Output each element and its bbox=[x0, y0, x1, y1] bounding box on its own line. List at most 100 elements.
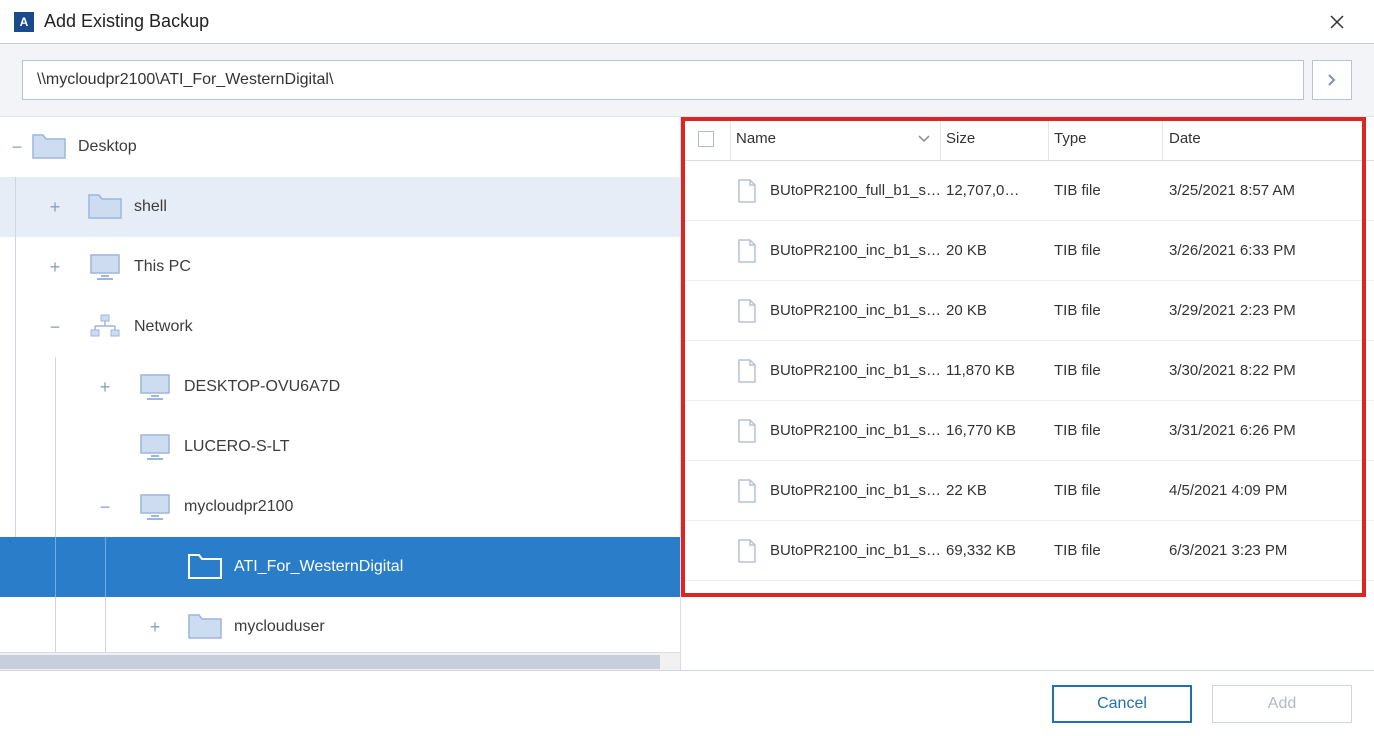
column-label: Type bbox=[1054, 130, 1087, 147]
file-row[interactable]: BUtoPR2100_full_b1_s… 12,707,0… TIB file… bbox=[681, 161, 1374, 221]
file-date: 3/29/2021 2:23 PM bbox=[1169, 302, 1296, 319]
expander-plus-icon[interactable]: + bbox=[30, 200, 80, 214]
expander-minus-icon[interactable]: − bbox=[80, 500, 130, 514]
file-row[interactable]: BUtoPR2100_inc_b1_s… 20 KB TIB file 3/29… bbox=[681, 281, 1374, 341]
column-header-size[interactable]: Size bbox=[941, 117, 1049, 160]
expander-minus-icon[interactable]: − bbox=[10, 140, 24, 154]
column-header-name[interactable]: Name bbox=[731, 117, 941, 160]
scrollbar-thumb[interactable] bbox=[0, 655, 660, 669]
file-icon bbox=[736, 178, 758, 204]
expander-minus-icon[interactable]: − bbox=[30, 320, 80, 334]
file-icon bbox=[736, 538, 758, 564]
expander-plus-icon[interactable]: + bbox=[130, 620, 180, 634]
file-icon bbox=[736, 298, 758, 324]
file-list-pane: Name Size Type Date BUtoPR2100_full_b1_s… bbox=[680, 117, 1374, 670]
window-title: Add Existing Backup bbox=[44, 11, 209, 32]
app-icon: A bbox=[14, 12, 34, 32]
tree-node-computer[interactable]: + DESKTOP-OVU6A7D bbox=[0, 357, 680, 417]
monitor-icon bbox=[138, 433, 172, 461]
tree-node-ati-folder[interactable]: ATI_For_WesternDigital bbox=[0, 537, 680, 597]
file-icon bbox=[736, 358, 758, 384]
column-header-type[interactable]: Type bbox=[1049, 117, 1163, 160]
column-label: Name bbox=[736, 130, 776, 147]
tree-node-computer[interactable]: − mycloudpr2100 bbox=[0, 477, 680, 537]
chevron-down-icon bbox=[918, 130, 930, 147]
monitor-icon bbox=[138, 493, 172, 521]
file-name: BUtoPR2100_inc_b1_s… bbox=[770, 242, 941, 259]
folder-icon bbox=[32, 133, 66, 161]
file-date: 3/30/2021 8:22 PM bbox=[1169, 362, 1296, 379]
file-name: BUtoPR2100_full_b1_s… bbox=[770, 182, 941, 199]
file-type: TIB file bbox=[1054, 242, 1101, 259]
folder-icon bbox=[188, 613, 222, 641]
file-list-body: BUtoPR2100_full_b1_s… 12,707,0… TIB file… bbox=[681, 161, 1374, 581]
file-size: 20 KB bbox=[946, 242, 987, 259]
file-type: TIB file bbox=[1054, 362, 1101, 379]
file-date: 3/26/2021 6:33 PM bbox=[1169, 242, 1296, 259]
title-bar: A Add Existing Backup bbox=[0, 0, 1374, 44]
path-go-button[interactable] bbox=[1312, 60, 1352, 100]
tree-node-thispc[interactable]: + This PC bbox=[0, 237, 680, 297]
file-name: BUtoPR2100_inc_b1_s… bbox=[770, 302, 941, 319]
folder-icon bbox=[88, 193, 122, 221]
file-size: 22 KB bbox=[946, 482, 987, 499]
add-button[interactable]: Add bbox=[1212, 685, 1352, 723]
file-size: 69,332 KB bbox=[946, 542, 1016, 559]
main-content: − Desktop + shell bbox=[0, 116, 1374, 670]
dialog-button-bar: Cancel Add bbox=[0, 670, 1374, 736]
horizontal-scrollbar[interactable] bbox=[0, 652, 680, 670]
file-row[interactable]: BUtoPR2100_inc_b1_s… 69,332 KB TIB file … bbox=[681, 521, 1374, 581]
file-icon bbox=[736, 478, 758, 504]
file-size: 20 KB bbox=[946, 302, 987, 319]
tree-label: This PC bbox=[134, 258, 191, 276]
tree-node-computer[interactable]: LUCERO-S-LT bbox=[0, 417, 680, 477]
column-label: Size bbox=[946, 130, 975, 147]
folder-icon bbox=[188, 553, 222, 581]
expander-plus-icon[interactable]: + bbox=[30, 260, 80, 274]
tree-label: mycloudpr2100 bbox=[184, 498, 293, 516]
file-row[interactable]: BUtoPR2100_inc_b1_s… 11,870 KB TIB file … bbox=[681, 341, 1374, 401]
dialog-window: A Add Existing Backup − Desktop bbox=[0, 0, 1374, 736]
file-size: 11,870 KB bbox=[946, 362, 1015, 379]
file-date: 3/25/2021 8:57 AM bbox=[1169, 182, 1295, 199]
file-name: BUtoPR2100_inc_b1_s… bbox=[770, 542, 941, 559]
close-button[interactable] bbox=[1314, 0, 1360, 44]
tree-node-folder[interactable]: + myclouduser bbox=[0, 597, 680, 657]
file-row[interactable]: BUtoPR2100_inc_b1_s… 16,770 KB TIB file … bbox=[681, 401, 1374, 461]
network-icon bbox=[88, 313, 122, 341]
file-date: 4/5/2021 4:09 PM bbox=[1169, 482, 1287, 499]
file-size: 12,707,0… bbox=[946, 182, 1019, 199]
file-name: BUtoPR2100_inc_b1_s… bbox=[770, 362, 941, 379]
tree-node-desktop[interactable]: − Desktop bbox=[0, 117, 680, 177]
file-row[interactable]: BUtoPR2100_inc_b1_s… 20 KB TIB file 3/26… bbox=[681, 221, 1374, 281]
column-label: Date bbox=[1169, 130, 1201, 147]
tree-node-network[interactable]: − Network bbox=[0, 297, 680, 357]
file-date: 3/31/2021 6:26 PM bbox=[1169, 422, 1296, 439]
tree-label: DESKTOP-OVU6A7D bbox=[184, 378, 340, 396]
file-type: TIB file bbox=[1054, 302, 1101, 319]
tree-label: ATI_For_WesternDigital bbox=[234, 558, 403, 576]
file-type: TIB file bbox=[1054, 542, 1101, 559]
file-type: TIB file bbox=[1054, 422, 1101, 439]
expander-plus-icon[interactable]: + bbox=[80, 380, 130, 394]
tree-label: shell bbox=[134, 198, 167, 216]
column-header-date[interactable]: Date bbox=[1163, 130, 1374, 147]
tree-label: myclouduser bbox=[234, 618, 325, 636]
tree-pane[interactable]: − Desktop + shell bbox=[0, 117, 680, 670]
select-all-checkbox[interactable] bbox=[681, 117, 731, 160]
file-icon bbox=[736, 418, 758, 444]
file-size: 16,770 KB bbox=[946, 422, 1016, 439]
cancel-button[interactable]: Cancel bbox=[1052, 685, 1192, 723]
path-input[interactable] bbox=[22, 60, 1304, 100]
file-type: TIB file bbox=[1054, 182, 1101, 199]
tree-label: Desktop bbox=[78, 138, 137, 156]
tree-node-shell[interactable]: + shell bbox=[0, 177, 680, 237]
tree-label: Network bbox=[134, 318, 193, 336]
file-name: BUtoPR2100_inc_b1_s… bbox=[770, 422, 941, 439]
file-row[interactable]: BUtoPR2100_inc_b1_s… 22 KB TIB file 4/5/… bbox=[681, 461, 1374, 521]
monitor-icon bbox=[88, 253, 122, 281]
monitor-icon bbox=[138, 373, 172, 401]
tree-label: LUCERO-S-LT bbox=[184, 438, 290, 456]
file-name: BUtoPR2100_inc_b1_s… bbox=[770, 482, 941, 499]
path-bar bbox=[0, 44, 1374, 116]
